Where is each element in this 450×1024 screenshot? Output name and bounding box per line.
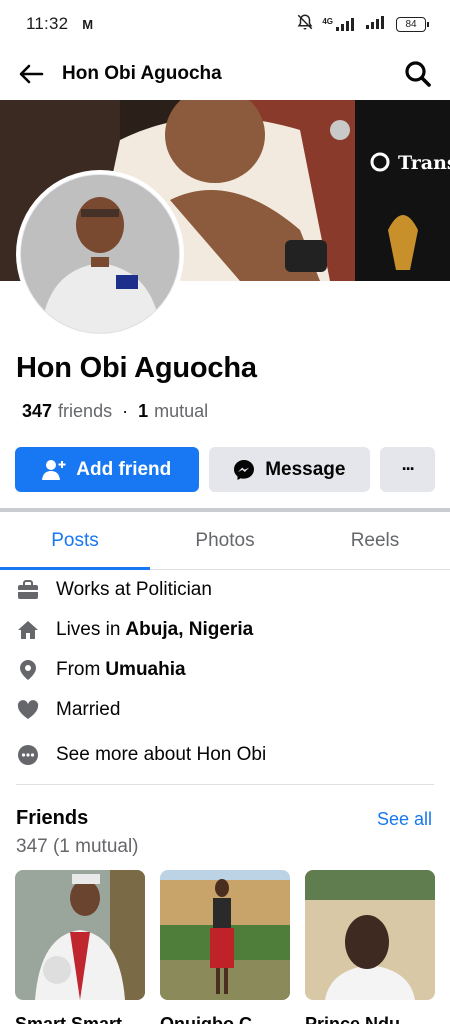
friend-name: Prince Ndu xyxy=(305,1014,401,1024)
friend-card[interactable]: Smart Smart xyxy=(15,870,145,1024)
more-dots-icon xyxy=(16,743,40,767)
about-lives-text: Lives in xyxy=(56,619,121,640)
about-lives-place[interactable]: Abuja, Nigeria xyxy=(125,619,253,641)
see-more-about-button[interactable]: See more about Hon Obi xyxy=(16,730,434,780)
friend-name: Onuigbo C xyxy=(160,1014,252,1024)
messenger-icon xyxy=(233,459,255,481)
add-person-icon xyxy=(42,459,66,481)
profile-name: Hon Obi Aguocha xyxy=(16,352,257,384)
profile-actions: Add friend Message ··· xyxy=(15,447,435,492)
about-item-from: From Umuahia xyxy=(16,650,434,690)
mutual-label: mutual xyxy=(154,401,209,421)
signal-icon xyxy=(366,14,388,34)
friend-card[interactable]: Onuigbo C xyxy=(160,870,290,1024)
more-options-button[interactable]: ··· xyxy=(380,447,435,492)
message-label: Message xyxy=(265,458,346,480)
battery-icon: 84 xyxy=(396,16,429,32)
search-button[interactable] xyxy=(402,58,434,90)
profile-avatar[interactable] xyxy=(16,170,184,338)
briefcase-icon xyxy=(16,578,40,602)
tab-reels[interactable]: Reels xyxy=(300,512,450,569)
search-icon xyxy=(405,61,431,87)
home-icon xyxy=(16,618,40,642)
friend-stats[interactable]: 347 friends · 1 mutual xyxy=(22,401,208,422)
friend-photo xyxy=(305,870,435,1000)
about-divider xyxy=(16,784,434,785)
friends-count: 347 xyxy=(22,401,53,421)
about-from-place[interactable]: Umuahia xyxy=(105,659,185,681)
heart-icon xyxy=(16,698,40,722)
see-more-about-text: See more about Hon Obi xyxy=(56,744,267,765)
more-dots-icon: ··· xyxy=(401,459,416,479)
status-indicators: 4G 84 xyxy=(296,13,429,36)
avatar-image xyxy=(20,174,180,334)
profile-tabs: Posts Photos Reels xyxy=(0,512,450,570)
message-button[interactable]: Message xyxy=(208,447,371,492)
friends-title: Friends xyxy=(16,807,89,829)
friend-name: Smart Smart xyxy=(15,1014,123,1024)
top-header: Hon Obi Aguocha xyxy=(0,48,450,100)
mutual-count: 1 xyxy=(138,401,149,421)
status-time: 11:32 xyxy=(26,14,69,33)
signal-4g-icon: 4G xyxy=(322,17,358,31)
tab-posts[interactable]: Posts xyxy=(0,512,150,570)
friend-cards: Smart Smart Onuigbo C Prince Ndu xyxy=(15,870,435,1024)
about-relationship-text: Married xyxy=(56,699,121,720)
see-all-friends-link[interactable]: See all xyxy=(377,809,432,830)
mute-bell-icon xyxy=(296,13,314,36)
about-from-text: From xyxy=(56,659,101,680)
friend-card[interactable]: Prince Ndu xyxy=(305,870,435,1024)
header-title: Hon Obi Aguocha xyxy=(62,63,222,84)
add-friend-label: Add friend xyxy=(76,458,172,480)
add-friend-button[interactable]: Add friend xyxy=(15,447,199,492)
stats-separator: · xyxy=(122,401,129,421)
about-item-lives: Lives in Abuja, Nigeria xyxy=(16,610,434,650)
friends-count-text: 347 (1 mutual) xyxy=(16,836,139,857)
about-item-relationship: Married xyxy=(16,690,434,730)
carrier-icon: M xyxy=(82,16,94,32)
tab-photos[interactable]: Photos xyxy=(150,512,300,569)
about-item-work: Works at Politician xyxy=(16,570,434,610)
friend-photo xyxy=(160,870,290,1000)
about-work-text: Works at Politician xyxy=(56,579,212,600)
status-bar: 11:32 M 4G 84 xyxy=(0,0,450,48)
friend-photo xyxy=(15,870,145,1000)
cover-caption: Trans xyxy=(398,152,450,174)
arrow-left-icon xyxy=(19,64,44,84)
friends-label: friends xyxy=(58,401,113,421)
location-pin-icon xyxy=(16,658,40,682)
about-list: Works at Politician Lives in Abuja, Nige… xyxy=(16,570,434,780)
back-button[interactable] xyxy=(16,59,46,89)
